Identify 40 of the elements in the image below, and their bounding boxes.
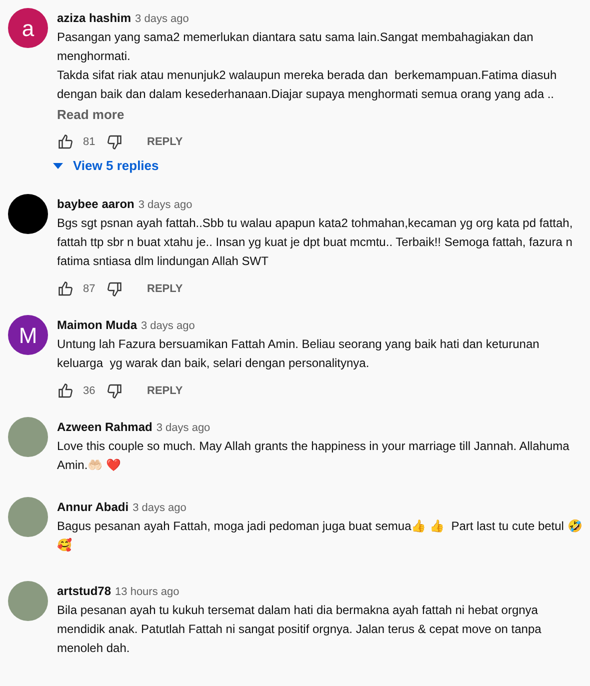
thumbs-up-icon[interactable] — [57, 382, 75, 400]
reply-button[interactable]: REPLY — [145, 280, 185, 298]
thumbs-down-icon[interactable] — [105, 280, 123, 298]
thumbs-up-icon[interactable] — [57, 133, 75, 151]
thumbs-down-icon[interactable] — [105, 382, 123, 400]
like-count: 36 — [83, 384, 96, 399]
comment-time[interactable]: 3 days ago — [156, 419, 210, 437]
comment-author[interactable]: Maimon Muda — [57, 316, 137, 334]
comment-author[interactable]: baybee aaron — [57, 195, 134, 213]
thumbs-down-icon[interactable] — [105, 133, 123, 151]
comment-time[interactable]: 3 days ago — [138, 196, 192, 214]
comment-time[interactable]: 3 days ago — [135, 10, 189, 28]
avatar-photo-placeholder[interactable] — [8, 581, 48, 621]
comment-time[interactable]: 3 days ago — [132, 499, 186, 517]
like-count: 87 — [83, 282, 96, 297]
comment-time[interactable]: 13 hours ago — [115, 583, 180, 601]
avatar-photo-placeholder[interactable] — [8, 417, 48, 457]
comment-author[interactable]: artstud78 — [57, 582, 112, 600]
comment-text: Bila pesanan ayah tu kukuh tersemat dalam hati dia bermakna ayah fattah ni hebat orgnya mendidik anak. Patutlah Fattah ni sangat positif orgnya. Jalan terus & cepat move on tanpa menoleh dah. — [57, 602, 542, 657]
comment-text: Love this couple so much. May Allah grants the happiness in your marriage till Jannah. Allahuma Amin.🤲🏻 ❤ — [57, 438, 570, 474]
comment-author[interactable]: Azween Rahmad — [57, 418, 152, 436]
comment-author[interactable]: Annur Abadi — [57, 498, 129, 516]
like-count: 81 — [83, 134, 96, 150]
comment-text: Bagus pesanan ayah Fattah, moga jadi pedoman juga buat semua👍 👍 Part last tu cute betul 🤣 🥰 — [57, 518, 584, 554]
comment-text: Bgs sgt psnan ayah fattah..Sbb tu walau apapun kata2 tohmahan,kecaman yg org kata pd fattah, fattah ttp sbr n buat xtahu je.. Insan yg kuat je dpt buat mcmtu.. Terbaik!! Semoga fattah, fazura n fatima sntiasa dlm lindungan Allah SWT — [57, 215, 574, 270]
avatar[interactable]: M — [8, 315, 48, 355]
reply-button[interactable]: REPLY — [145, 382, 185, 400]
avatar[interactable] — [8, 194, 48, 234]
avatar-photo-placeholder[interactable] — [8, 497, 48, 537]
comment-text: Pasangan yang sama2 memerlukan diantara satu sama lain.Sangat membahagiakan dan menghormati. — [57, 29, 534, 65]
read-more-link[interactable]: Read more — [57, 106, 124, 124]
comment-text: Untung lah Fazura bersuamikan Fattah Amin. Beliau seorang yang baik hati dan keturunan keluarga yg warak dan baik, selari dengan personalitynya. — [57, 336, 540, 372]
caret-down-icon — [53, 163, 63, 169]
comment-time[interactable]: 3 days ago — [141, 317, 195, 335]
comment-author[interactable]: aziza hashim — [57, 9, 132, 27]
thumbs-up-icon[interactable] — [57, 280, 75, 298]
reply-button[interactable]: REPLY — [145, 134, 185, 150]
view-replies-button[interactable]: View 5 replies — [53, 156, 159, 176]
avatar[interactable]: a — [8, 8, 48, 48]
comment-text: Takda sifat riak atau menunjuk2 walaupun mereka berada dan berkemampuan.Fatima diasuh dengan baik dan dalam kesederhanaan.Diajar supaya menghormati semua orang yang ada .. — [57, 67, 558, 103]
